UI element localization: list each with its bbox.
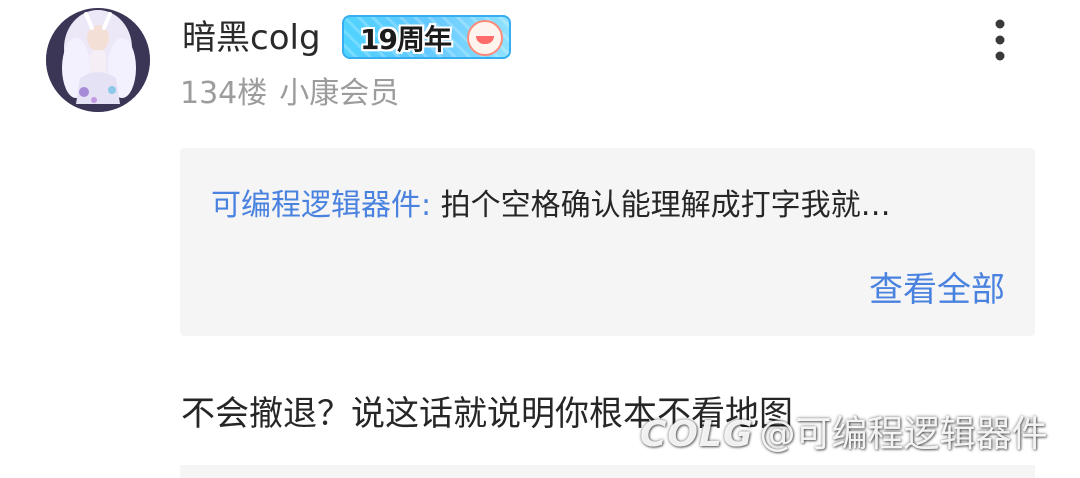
quote-author[interactable]: 可编程逻辑器件: <box>211 188 431 223</box>
quote-text: 拍个空格确认能理解成打字我就… <box>440 188 891 223</box>
next-quote-box <box>180 465 1035 478</box>
watermark-logo: COLG <box>640 414 754 455</box>
watermark-text: @可编程逻辑器件 <box>759 414 1048 455</box>
mascot-icon <box>467 20 503 56</box>
floor-number: 134楼 <box>180 76 268 111</box>
avatar-figure-icon <box>46 8 150 112</box>
username[interactable]: 暗黑colg <box>182 16 321 60</box>
anniversary-badge-label: 19周年 <box>360 23 452 56</box>
avatar[interactable] <box>46 8 150 112</box>
quoted-reply[interactable]: 可编程逻辑器件: 拍个空格确认能理解成打字我就… 查看全部 <box>180 148 1035 336</box>
comment-item: 暗黑colg 19周年 134楼 小康会员 可编程逻辑器件: 拍个空格确认能理解成… <box>0 0 1080 478</box>
quote-line: 可编程逻辑器件: 拍个空格确认能理解成打字我就… <box>211 186 891 226</box>
anniversary-badge: 19周年 <box>342 15 511 59</box>
member-level: 小康会员 <box>279 76 400 111</box>
more-vertical-icon[interactable] <box>988 18 1012 62</box>
watermark: COLG @可编程逻辑器件 <box>640 412 1048 458</box>
post-meta: 134楼 小康会员 <box>180 74 399 114</box>
view-all-link[interactable]: 查看全部 <box>869 268 1005 312</box>
